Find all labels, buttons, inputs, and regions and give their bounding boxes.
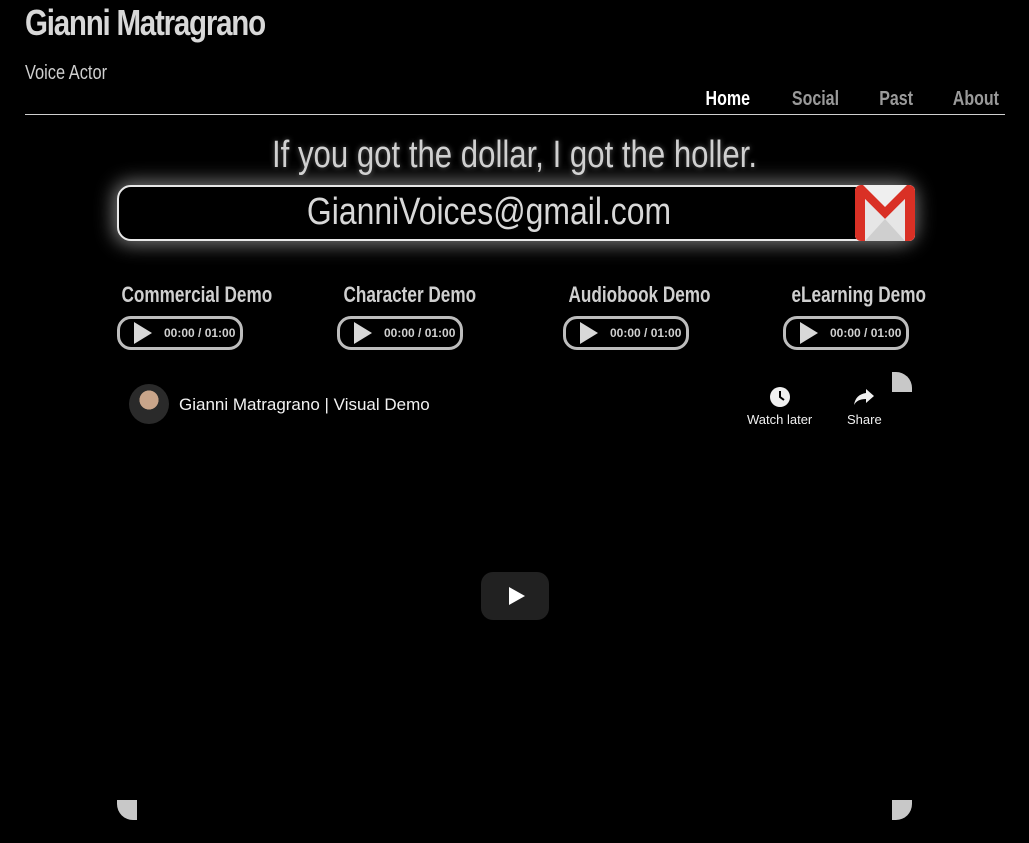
audio-time: 00:00 / 01:00 [164,326,236,340]
site-subtitle: Voice Actor [25,62,108,84]
share-label: Share [847,412,882,427]
audio-player: 00:00 / 01:00 [563,316,689,350]
play-icon[interactable] [354,322,372,344]
audio-time: 00:00 / 01:00 [830,326,902,340]
demo-elearning: eLearning Demo 00:00 / 01:00 [775,282,926,350]
email-box[interactable]: GianniVoices@gmail.com [117,185,915,241]
demo-character: Character Demo 00:00 / 01:00 [327,282,477,350]
nav-home[interactable]: Home [706,88,750,111]
watch-later-label: Watch later [747,412,813,427]
watch-later-button[interactable]: Watch later [747,386,812,427]
demo-title: Character Demo [343,282,477,307]
demo-title: Audiobook Demo [568,282,711,307]
video-embed[interactable]: Gianni Matragrano | Visual Demo Watch la… [117,372,912,820]
video-play-button[interactable] [481,572,549,620]
share-icon [853,386,875,408]
main-nav: Home Social Past About [700,88,1005,111]
video-corner [892,372,912,392]
audio-player: 00:00 / 01:00 [117,316,243,350]
gmail-icon[interactable] [855,185,915,241]
site-title: Gianni Matragrano [25,2,266,43]
nav-past[interactable]: Past [879,88,913,111]
audio-player: 00:00 / 01:00 [337,316,463,350]
video-corner [892,800,912,820]
play-icon[interactable] [580,322,598,344]
channel-avatar[interactable] [129,384,169,424]
header-divider [25,114,1005,115]
play-icon[interactable] [800,322,818,344]
nav-about[interactable]: About [953,88,999,111]
video-corner [117,800,137,820]
play-icon[interactable] [134,322,152,344]
email-link[interactable]: GianniVoices@gmail.com [178,191,800,234]
page: Gianni Matragrano Voice Actor Home Socia… [0,0,1029,843]
clock-icon [769,386,791,408]
tagline: If you got the dollar, I got the holler. [271,134,758,176]
demo-title: Commercial Demo [121,282,273,307]
audio-player: 00:00 / 01:00 [783,316,909,350]
audio-time: 00:00 / 01:00 [610,326,682,340]
nav-social[interactable]: Social [792,88,839,111]
demo-audiobook: Audiobook Demo 00:00 / 01:00 [552,282,711,350]
video-title[interactable]: Gianni Matragrano | Visual Demo [179,395,430,415]
demo-commercial: Commercial Demo 00:00 / 01:00 [105,282,273,350]
share-button[interactable]: Share [847,386,882,427]
audio-time: 00:00 / 01:00 [384,326,456,340]
play-icon [509,587,525,605]
demo-title: eLearning Demo [791,282,926,307]
